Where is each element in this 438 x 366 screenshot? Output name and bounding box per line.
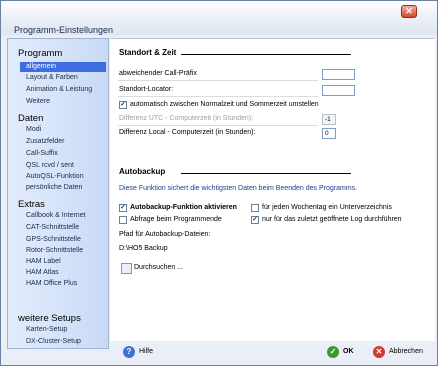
- help-button-label: Hilfe: [139, 348, 154, 355]
- utc-diff-label: Differenz UTC - Computerzeit (in Stunden…: [119, 115, 254, 122]
- sidebar-item-ham-office-plus[interactable]: HAM Office Plus: [26, 280, 77, 287]
- utc-diff-input[interactable]: -1: [322, 114, 336, 125]
- close-button[interactable]: ✕: [401, 5, 417, 18]
- cancel-icon: ✕: [373, 346, 385, 358]
- sidebar-heading-programm: Programm: [18, 48, 63, 59]
- ok-icon: ✓: [327, 346, 339, 358]
- sidebar-item-ham-label[interactable]: HAM Label: [26, 258, 61, 265]
- row-divider: [118, 80, 318, 81]
- last-log-label: nur für das zuletzt geöffnete Log durchf…: [262, 216, 402, 223]
- ok-button[interactable]: ✓ OK: [327, 344, 361, 360]
- sidebar-heading-extras: Extras: [18, 199, 45, 210]
- settings-window: Programm-Einstellungen ✕ Programm allgem…: [0, 0, 438, 366]
- backup-path-value: D:\HO5 Backup: [119, 245, 168, 252]
- section-divider: [181, 173, 351, 174]
- locator-input[interactable]: [322, 85, 355, 96]
- last-log-checkbox[interactable]: [251, 216, 259, 224]
- sidebar-heading-weitere-setups: weitere Setups: [18, 313, 81, 324]
- sidebar-item-qsl[interactable]: QSL rcvd / sent: [26, 162, 74, 169]
- browse-button[interactable]: Durchsuchen ...: [134, 264, 183, 271]
- window-title: Programm-Einstellungen: [14, 25, 114, 35]
- section-title-autobackup: Autobackup: [119, 167, 166, 176]
- sidebar-item-modi[interactable]: Modi: [26, 126, 41, 133]
- sidebar-item-autoqsl[interactable]: AutoQSL-Funktion: [26, 173, 84, 180]
- folder-icon[interactable]: [121, 263, 132, 274]
- ok-button-label: OK: [343, 348, 354, 355]
- close-icon: ✕: [405, 6, 413, 16]
- sidebar-item-karten-setup[interactable]: Karten-Setup: [26, 326, 67, 333]
- sidebar-item-zusatzfelder[interactable]: Zusatzfelder: [26, 138, 65, 145]
- row-divider: [118, 125, 318, 126]
- weekday-checkbox[interactable]: [251, 204, 259, 212]
- local-diff-label: Differenz Local - Computerzeit (in Stund…: [119, 129, 256, 136]
- weekday-label: für jeden Wochentag ein Unterverzeichnis: [262, 204, 392, 211]
- settings-sidebar: Programm allgemein Layout & Farben Anima…: [7, 38, 109, 349]
- sidebar-item-cat[interactable]: CAT-Schnittstelle: [26, 224, 79, 231]
- cancel-button-label: Abbrechen: [389, 348, 423, 355]
- help-icon: ?: [123, 346, 135, 358]
- call-prefix-label: abweichender Call-Präfix: [119, 70, 197, 77]
- sidebar-item-allgemein[interactable]: allgemein: [20, 62, 106, 72]
- ask-on-exit-checkbox[interactable]: [119, 216, 127, 224]
- cancel-button[interactable]: ✕ Abbrechen: [373, 344, 431, 360]
- help-button[interactable]: ? Hilfe: [123, 344, 163, 360]
- dialog-footer: ? Hilfe ✓ OK ✕ Abbrechen: [110, 341, 435, 363]
- backup-path-label: Pfad für Autobackup-Dateien:: [119, 231, 211, 238]
- section-title-standort: Standort & Zeit: [119, 48, 177, 57]
- sidebar-item-rotor[interactable]: Rotor-Schnittstelle: [26, 247, 83, 254]
- autobackup-enable-label: Autobackup-Funktion aktivieren: [130, 204, 237, 211]
- sidebar-item-animation[interactable]: Animation & Leistung: [26, 86, 92, 93]
- autobackup-enable-checkbox[interactable]: [119, 204, 127, 212]
- ask-on-exit-label: Abfrage beim Programmende: [130, 216, 222, 223]
- auto-time-checkbox[interactable]: [119, 101, 127, 109]
- sidebar-heading-daten: Daten: [18, 113, 44, 124]
- sidebar-item-weitere[interactable]: Weitere: [26, 98, 50, 105]
- autobackup-description: Diese Funktion sichert die wichtigsten D…: [119, 185, 358, 192]
- sidebar-item-callbook[interactable]: Callbook & Internet: [26, 212, 86, 219]
- call-prefix-input[interactable]: [322, 69, 355, 80]
- section-divider: [181, 54, 351, 55]
- sidebar-item-layout[interactable]: Layout & Farben: [26, 74, 78, 81]
- sidebar-item-ham-atlas[interactable]: HAM Atlas: [26, 269, 59, 276]
- row-divider: [118, 96, 318, 97]
- sidebar-item-gps[interactable]: GPS-Schnittstelle: [26, 236, 81, 243]
- sidebar-item-persoenliche-daten[interactable]: persönliche Daten: [26, 184, 82, 191]
- sidebar-item-call-suffix[interactable]: Call-Suffix: [26, 150, 58, 157]
- sidebar-item-dx-cluster-setup[interactable]: DX-Cluster-Setup: [26, 338, 81, 345]
- local-diff-input[interactable]: 0: [322, 128, 336, 139]
- auto-time-label: automatisch zwischen Normalzeit und Somm…: [130, 101, 319, 108]
- locator-label: Standort-Locator:: [119, 86, 174, 93]
- title-bar: Programm-Einstellungen ✕: [1, 1, 437, 35]
